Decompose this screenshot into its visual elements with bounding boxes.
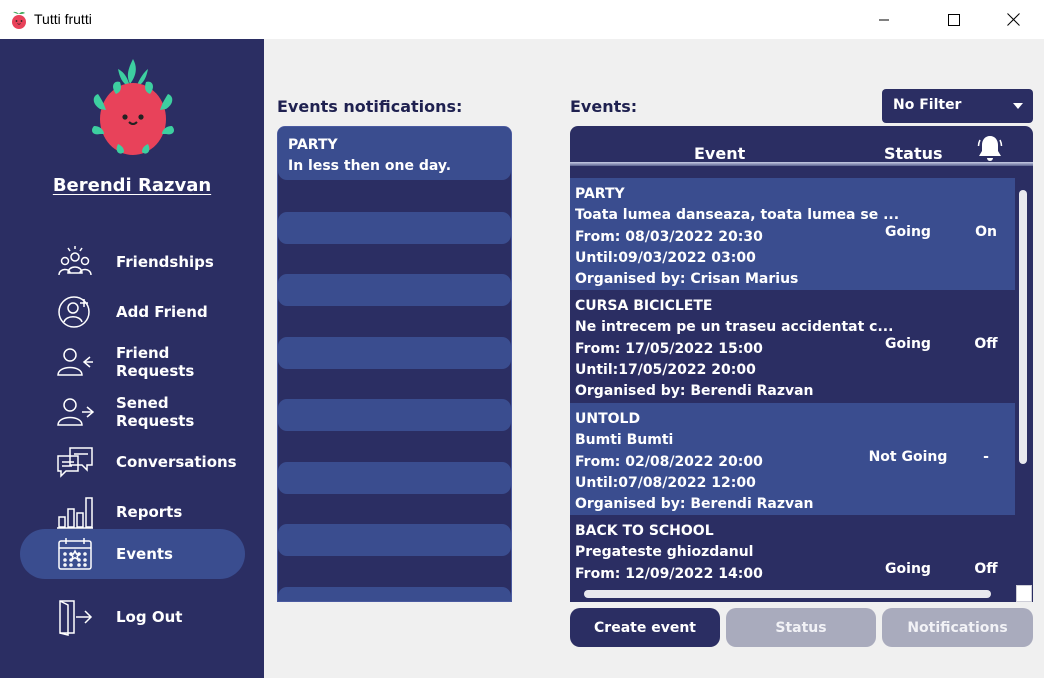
event-until: Until:09/03/2022 03:00 — [575, 249, 756, 266]
horizontal-scrollbar[interactable] — [570, 585, 1016, 602]
event-until: Until:17/05/2022 20:00 — [575, 361, 756, 378]
event-until: Until:07/08/2022 12:00 — [575, 474, 756, 491]
sidebar-item-label: Log Out — [116, 608, 183, 626]
minimize-icon — [879, 19, 889, 20]
close-icon — [1006, 13, 1020, 26]
close-button[interactable] — [990, 0, 1036, 39]
sidebar-item-conversations[interactable]: Conversations — [20, 437, 245, 487]
event-status: Not Going — [868, 449, 948, 465]
event-name: PARTY — [575, 186, 625, 202]
event-notifications: Off — [974, 561, 998, 577]
vertical-scroll-thumb[interactable] — [1019, 190, 1027, 464]
notification-item-empty — [278, 462, 511, 494]
sidebar-item-label: Friend Requests — [116, 344, 195, 380]
notification-item-empty — [278, 524, 511, 556]
add-user-icon — [56, 293, 94, 331]
event-name: UNTOLD — [575, 411, 641, 427]
sidebar-item-label: Conversations — [116, 453, 237, 471]
sidebar: Berendi Razvan Friendships Add Friend Fr… — [0, 39, 264, 678]
app-fruit-icon — [12, 11, 26, 29]
sidebar-item-friend-requests[interactable]: Friend Requests — [20, 337, 245, 387]
logout-icon — [56, 598, 94, 636]
vertical-scrollbar[interactable] — [1016, 178, 1030, 584]
sidebar-item-sened-requests[interactable]: Sened Requests — [20, 387, 245, 437]
sidebar-item-label: Reports — [116, 503, 183, 521]
event-organiser: Organised by: Berendi Razvan — [575, 383, 814, 400]
status-button[interactable]: Status — [726, 608, 876, 647]
filter-selected-value: No Filter — [893, 97, 962, 113]
event-status: Going — [885, 336, 931, 352]
group-icon — [56, 243, 94, 281]
notification-item-empty — [278, 587, 511, 601]
table-row[interactable]: PARTY Toata lumea danseaza, toata lumea … — [570, 178, 1015, 290]
user-name-link[interactable]: Berendi Razvan — [0, 175, 264, 196]
sidebar-item-events[interactable]: Events — [20, 529, 245, 579]
scrollbar-corner — [1016, 585, 1032, 602]
notification-title: PARTY — [288, 137, 338, 153]
sidebar-item-label: Add Friend — [116, 303, 208, 321]
notifications-button[interactable]: Notifications — [882, 608, 1033, 647]
table-header: Event Status — [570, 126, 1033, 176]
notification-item-empty — [278, 399, 511, 431]
create-event-button[interactable]: Create event — [570, 608, 720, 647]
event-notifications: On — [975, 224, 997, 240]
column-header-event[interactable]: Event — [694, 144, 745, 163]
event-from: From: 12/09/2022 14:00 — [575, 565, 763, 582]
maximize-button[interactable] — [931, 0, 977, 39]
event-organiser: Organised by: Crisan Marius — [575, 271, 799, 288]
events-table[interactable]: Event Status PARTY Toata lumea danseaza,… — [570, 126, 1033, 602]
event-description: Ne intrecem pe un traseu accidentat c... — [575, 319, 894, 336]
notifications-list[interactable]: PARTY In less then one day. — [277, 126, 512, 602]
notification-item-empty — [278, 337, 511, 369]
table-row[interactable]: UNTOLD Bumti Bumti From: 02/08/2022 20:0… — [570, 403, 1015, 515]
event-organiser: Organised by: Berendi Razvan — [575, 496, 814, 513]
sidebar-item-friendships[interactable]: Friendships — [20, 237, 245, 287]
window-title: Tutti frutti — [34, 11, 92, 27]
event-status: Going — [885, 224, 931, 240]
title-bar: Tutti frutti — [0, 0, 1044, 39]
bar-chart-icon — [56, 493, 94, 531]
filter-dropdown[interactable]: No Filter — [882, 89, 1033, 123]
sidebar-item-label: Events — [116, 545, 173, 563]
minimize-button[interactable] — [861, 0, 907, 39]
horizontal-scroll-thumb[interactable] — [584, 590, 991, 598]
header-divider — [570, 162, 1033, 166]
event-description: Pregateste ghiozdanul — [575, 544, 754, 561]
event-description: Bumti Bumti — [575, 432, 674, 449]
event-from: From: 02/08/2022 20:00 — [575, 453, 763, 470]
event-notifications: Off — [974, 336, 998, 352]
event-notifications: - — [983, 449, 989, 465]
sidebar-item-label: Friendships — [116, 253, 214, 271]
event-name: BACK TO SCHOOL — [575, 523, 714, 539]
notification-text: In less then one day. — [288, 158, 452, 174]
chat-icon — [56, 443, 94, 481]
dragon-fruit-avatar — [92, 59, 174, 155]
incoming-request-icon — [56, 343, 94, 381]
sidebar-item-add-friend[interactable]: Add Friend — [20, 287, 245, 337]
outgoing-request-icon — [56, 393, 94, 431]
sidebar-item-label: Sened Requests — [116, 394, 195, 430]
bell-icon[interactable] — [977, 134, 1003, 162]
chevron-down-icon — [1013, 103, 1023, 109]
calendar-icon — [56, 535, 94, 573]
events-title: Events: — [570, 97, 638, 116]
maximize-icon — [948, 13, 960, 26]
event-name: CURSA BICICLETE — [575, 298, 713, 314]
event-status: Going — [885, 561, 931, 577]
sidebar-item-log-out[interactable]: Log Out — [20, 592, 245, 642]
table-row[interactable]: CURSA BICICLETE Ne intrecem pe un traseu… — [570, 290, 1015, 402]
column-header-status[interactable]: Status — [884, 144, 943, 163]
notification-item[interactable]: PARTY In less then one day. — [278, 127, 511, 180]
notification-item-empty — [278, 212, 511, 244]
notifications-title: Events notifications: — [277, 97, 463, 116]
notification-item-empty — [278, 274, 511, 306]
event-from: From: 17/05/2022 15:00 — [575, 340, 763, 357]
